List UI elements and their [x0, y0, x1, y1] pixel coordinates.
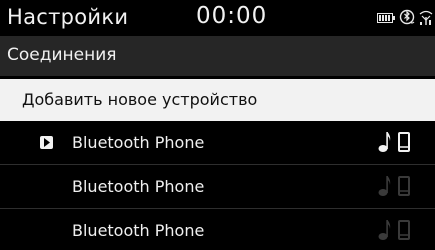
- device-name: Bluetooth Phone: [72, 133, 205, 152]
- add-new-device-button[interactable]: Добавить новое устройство: [0, 79, 435, 121]
- connected-indicator-icon: [40, 136, 53, 149]
- battery-icon: [377, 13, 395, 23]
- device-name: Bluetooth Phone: [72, 221, 205, 240]
- music-note-icon: [378, 131, 392, 157]
- status-bar: Настройки 00:00: [0, 0, 435, 36]
- phone-icon: [398, 176, 410, 200]
- device-list-item[interactable]: Bluetooth Phone: [0, 165, 435, 209]
- music-note-icon: [378, 219, 392, 245]
- add-new-device-label: Добавить новое устройство: [22, 90, 258, 109]
- section-title: Соединения: [7, 45, 117, 65]
- device-list-item[interactable]: Bluetooth Phone: [0, 209, 435, 250]
- phone-icon: [398, 132, 410, 156]
- device-name: Bluetooth Phone: [72, 177, 205, 196]
- page-title: Настройки: [7, 5, 129, 29]
- music-note-icon: [378, 175, 392, 201]
- device-list-item[interactable]: Bluetooth Phone: [0, 121, 435, 165]
- status-icons: [377, 9, 433, 27]
- phone-icon: [398, 220, 410, 244]
- bluetooth-phone-icon: [399, 9, 415, 27]
- section-header-connections: Соединения: [0, 36, 435, 76]
- signal-icon: [419, 10, 433, 26]
- settings-screen: Настройки 00:00 Соединения Добавить ново…: [0, 0, 435, 250]
- clock: 00:00: [196, 3, 268, 29]
